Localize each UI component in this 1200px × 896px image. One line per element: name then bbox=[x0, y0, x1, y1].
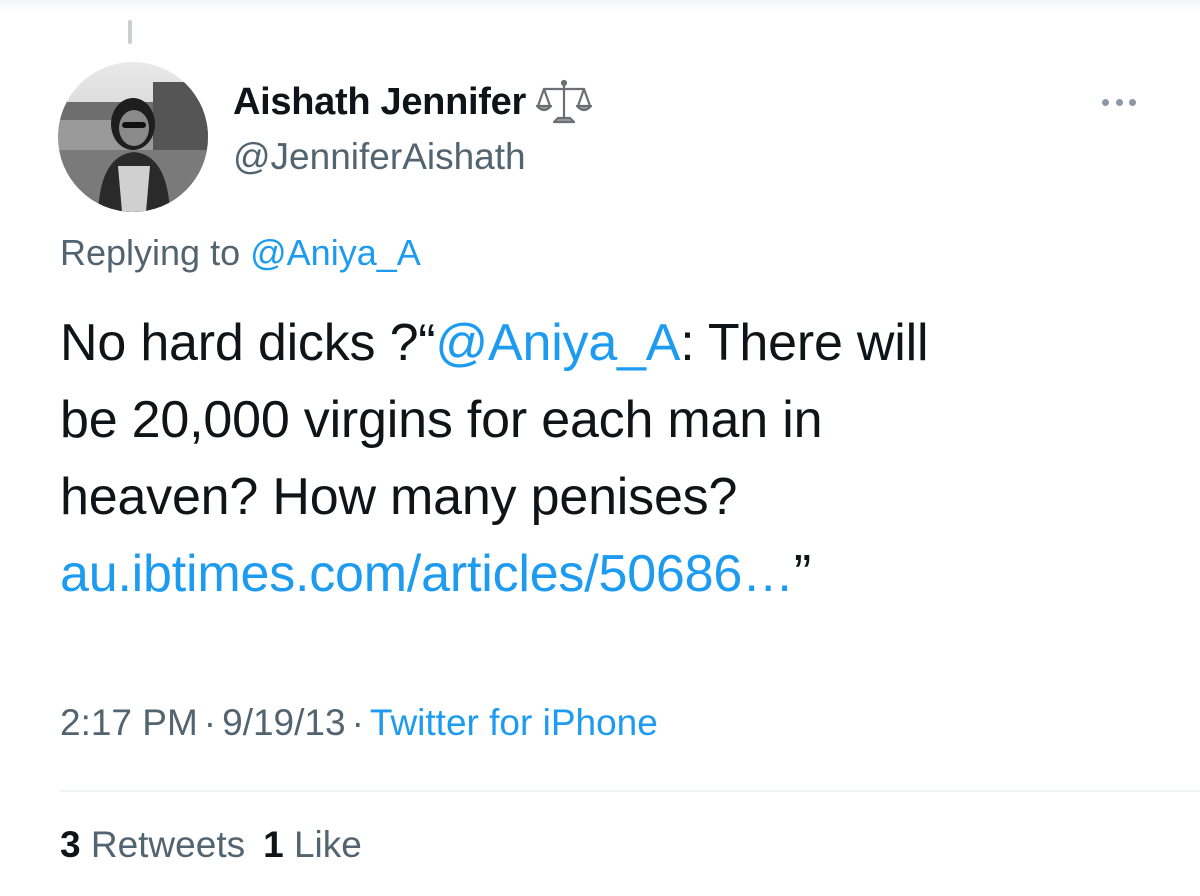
top-separator bbox=[0, 0, 1200, 14]
meta-separator: · bbox=[351, 702, 364, 743]
tweet-meta: 2:17 PM · 9/19/13 · Twitter for iPhone bbox=[60, 702, 658, 744]
tweet-body: No hard dicks ?“@Aniya_A: There will be … bbox=[60, 305, 1160, 613]
tweet-close-quote: ” bbox=[793, 545, 812, 603]
meta-separator: · bbox=[203, 702, 217, 743]
likes-count: 1 bbox=[263, 824, 284, 865]
divider bbox=[60, 790, 1200, 792]
tweet-url-link[interactable]: au.ibtimes.com/articles/50686… bbox=[60, 545, 794, 603]
author-name-row: Aishath Jennifer bbox=[233, 78, 592, 126]
retweets-label: Retweets bbox=[90, 824, 246, 865]
tweet-line-1-rest: : There will bbox=[680, 314, 929, 372]
tweet-time[interactable]: 2:17 PM bbox=[60, 702, 198, 743]
tweet-line-3: heaven? How many penises? bbox=[60, 468, 738, 526]
more-horizontal-icon-dot bbox=[1115, 98, 1123, 106]
retweets-count: 3 bbox=[60, 824, 81, 865]
engagement-stats: 3 Retweets 1 Like bbox=[60, 824, 380, 866]
avatar[interactable] bbox=[58, 62, 208, 212]
tweet-date[interactable]: 9/19/13 bbox=[222, 702, 345, 743]
tweet-line-4: au.ibtimes.com/articles/50686…” bbox=[60, 536, 1160, 613]
more-horizontal-icon-dot bbox=[1129, 98, 1136, 106]
more-options-button[interactable] bbox=[1096, 88, 1142, 116]
tweet-source-link[interactable]: Twitter for iPhone bbox=[370, 702, 658, 743]
likes-stat[interactable]: 1 Like bbox=[263, 824, 362, 865]
balance-scale-icon bbox=[535, 78, 592, 126]
retweets-stat[interactable]: 3 Retweets bbox=[60, 824, 245, 865]
tweet-line-1: No hard dicks ?“@Aniya_A: There will bbox=[60, 305, 1160, 382]
reply-context: Replying to @Aniya_A bbox=[60, 232, 421, 274]
reply-context-prefix: Replying to bbox=[60, 232, 241, 273]
tweet-line-2: be 20,000 virgins for each man in bbox=[60, 391, 823, 449]
reply-context-mention[interactable]: @Aniya_A bbox=[250, 232, 421, 273]
more-horizontal-icon-dot bbox=[1102, 98, 1109, 106]
thread-connector-line bbox=[128, 20, 132, 44]
tweet-line-1-text: No hard dicks ?“ bbox=[60, 314, 436, 372]
author-display-name[interactable]: Aishath Jennifer bbox=[233, 81, 526, 124]
likes-label: Like bbox=[293, 824, 362, 865]
author-handle[interactable]: @JenniferAishath bbox=[233, 136, 526, 178]
tweet-mention-link[interactable]: @Aniya_A bbox=[435, 314, 680, 372]
